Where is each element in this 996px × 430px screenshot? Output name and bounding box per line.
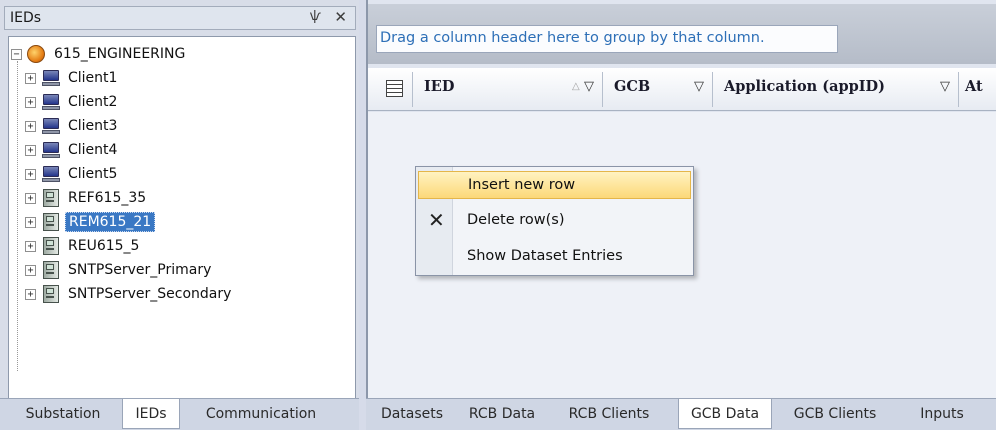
bottom-tab-strip: Datasets RCB Data RCB Clients GCB Data G… bbox=[366, 398, 996, 430]
menu-item-insert-new-row[interactable]: Insert new row bbox=[418, 171, 691, 199]
tree-item-label[interactable]: Client3 bbox=[65, 117, 120, 135]
tree-item-sntp-primary[interactable]: + SNTPServer_Primary bbox=[25, 258, 214, 282]
column-divider bbox=[412, 72, 413, 107]
expand-icon[interactable]: + bbox=[25, 120, 36, 132]
tree-item-label[interactable]: REF615_35 bbox=[65, 189, 149, 207]
tree-item-label[interactable]: SNTPServer_Primary bbox=[65, 261, 214, 279]
computer-icon bbox=[42, 70, 60, 86]
expand-icon[interactable]: + bbox=[25, 96, 36, 108]
column-chooser-icon[interactable] bbox=[386, 80, 403, 97]
expand-icon[interactable]: + bbox=[25, 240, 36, 252]
ied-tree: − 615_ENGINEERING + Client1 + Client2 + … bbox=[8, 36, 356, 399]
expand-icon[interactable]: + bbox=[25, 264, 36, 276]
column-header-application[interactable]: Application (appID) bbox=[724, 78, 885, 95]
tree-item-rem615-21[interactable]: + REM615_21 bbox=[25, 210, 156, 234]
ieds-pane-title: IEDs bbox=[10, 10, 42, 26]
tree-root[interactable]: − 615_ENGINEERING bbox=[11, 42, 188, 66]
expand-icon[interactable]: + bbox=[25, 72, 36, 84]
tab-rcb-data[interactable]: RCB Data bbox=[458, 399, 546, 429]
computer-icon bbox=[42, 118, 60, 134]
collapse-icon[interactable]: − bbox=[11, 48, 22, 60]
tree-item-client1[interactable]: + Client1 bbox=[25, 66, 120, 90]
tab-communication[interactable]: Communication bbox=[186, 399, 336, 429]
ied-device-icon bbox=[43, 261, 59, 279]
column-divider bbox=[712, 72, 713, 107]
tree-item-client4[interactable]: + Client4 bbox=[25, 138, 120, 162]
filter-icon[interactable]: ▽ bbox=[940, 79, 950, 94]
project-icon bbox=[27, 45, 45, 63]
ied-device-icon bbox=[43, 213, 59, 231]
expand-icon[interactable]: + bbox=[25, 288, 36, 300]
tab-inputs[interactable]: Inputs bbox=[902, 399, 982, 429]
tree-item-label-selected[interactable]: REM615_21 bbox=[65, 212, 156, 232]
ied-device-icon bbox=[43, 189, 59, 207]
tab-gcb-data[interactable]: GCB Data bbox=[678, 399, 772, 429]
expand-icon[interactable]: + bbox=[25, 144, 36, 156]
close-icon[interactable]: ✕ bbox=[334, 8, 347, 26]
tree-item-label[interactable]: SNTPServer_Secondary bbox=[65, 285, 234, 303]
tree-item-sntp-secondary[interactable]: + SNTPServer_Secondary bbox=[25, 282, 234, 306]
ied-device-icon bbox=[43, 285, 59, 303]
tab-gcb-clients[interactable]: GCB Clients bbox=[780, 399, 890, 429]
tree-item-client3[interactable]: + Client3 bbox=[25, 114, 120, 138]
context-menu: Insert new row ✕ Delete row(s) Show Data… bbox=[415, 166, 694, 276]
menu-item-delete-rows[interactable]: ✕ Delete row(s) bbox=[418, 207, 691, 235]
filter-icon[interactable]: ▽ bbox=[694, 79, 704, 94]
tree-item-ref615-35[interactable]: + REF615_35 bbox=[25, 186, 149, 210]
left-tab-strip: Substation IEDs Communication bbox=[0, 398, 359, 430]
column-header-at[interactable]: At bbox=[965, 78, 983, 95]
column-header-gcb[interactable]: GCB bbox=[614, 78, 650, 95]
tree-item-reu615-5[interactable]: + REU615_5 bbox=[25, 234, 142, 258]
tab-substation[interactable]: Substation bbox=[8, 399, 118, 429]
filter-icon[interactable]: ▽ bbox=[584, 79, 594, 94]
expand-icon[interactable]: + bbox=[25, 192, 36, 204]
tree-connector bbox=[17, 61, 18, 371]
tree-item-client2[interactable]: + Client2 bbox=[25, 90, 120, 114]
expand-icon[interactable]: + bbox=[25, 168, 36, 180]
tree-item-label[interactable]: Client2 bbox=[65, 93, 120, 111]
grid-column-header: IED △ ▽ GCB ▽ Application (appID) ▽ At bbox=[368, 68, 996, 111]
tree-item-label[interactable]: REU615_5 bbox=[65, 237, 142, 255]
ied-device-icon bbox=[43, 237, 59, 255]
group-by-panel[interactable]: Drag a column header here to group by th… bbox=[368, 4, 996, 64]
tree-item-label[interactable]: Client1 bbox=[65, 69, 120, 87]
ieds-pane: IEDs ѱ ✕ − 615_ENGINEERING + Client1 + C… bbox=[0, 0, 359, 399]
delete-x-icon: ✕ bbox=[428, 208, 445, 232]
group-by-hint: Drag a column header here to group by th… bbox=[376, 25, 838, 53]
tree-item-label[interactable]: Client5 bbox=[65, 165, 120, 183]
column-divider bbox=[958, 72, 959, 107]
sort-ascending-icon: △ bbox=[572, 81, 580, 92]
tree-item-client5[interactable]: + Client5 bbox=[25, 162, 120, 186]
computer-icon bbox=[42, 94, 60, 110]
column-header-ied[interactable]: IED bbox=[424, 78, 454, 95]
computer-icon bbox=[42, 142, 60, 158]
column-divider bbox=[602, 72, 603, 107]
tree-item-label[interactable]: Client4 bbox=[65, 141, 120, 159]
expand-icon[interactable]: + bbox=[25, 216, 36, 228]
pin-icon[interactable]: ѱ bbox=[310, 9, 321, 24]
tab-rcb-clients[interactable]: RCB Clients bbox=[554, 399, 664, 429]
tab-ieds[interactable]: IEDs bbox=[122, 399, 180, 429]
tab-datasets[interactable]: Datasets bbox=[372, 399, 452, 429]
menu-item-show-dataset-entries[interactable]: Show Dataset Entries bbox=[418, 243, 691, 271]
tree-root-label[interactable]: 615_ENGINEERING bbox=[51, 45, 188, 63]
computer-icon bbox=[42, 166, 60, 182]
ieds-pane-header: IEDs ѱ ✕ bbox=[4, 6, 356, 30]
